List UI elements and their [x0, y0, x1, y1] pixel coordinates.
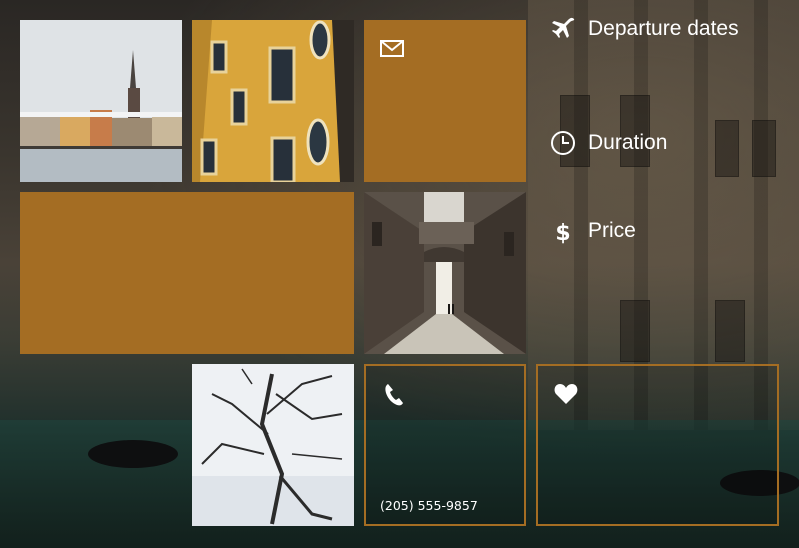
menu-item-duration[interactable]: Duration [548, 128, 667, 158]
heart-icon [554, 384, 578, 404]
menu-item-label: Price [588, 219, 636, 242]
svg-text:$: $ [555, 221, 570, 245]
airplane-icon [548, 14, 578, 44]
envelope-icon [380, 40, 404, 57]
photo-tile-stockholm[interactable] [20, 20, 182, 182]
background-window [715, 120, 739, 177]
menu-item-label: Departure dates [588, 17, 739, 40]
dollar-icon: $ [548, 216, 578, 246]
background-window [715, 300, 745, 362]
menu-item-price[interactable]: $ Price [548, 216, 636, 246]
background-gondola [88, 440, 178, 468]
clock-icon [548, 128, 578, 158]
phone-tile[interactable]: (205) 555-9857 [364, 364, 526, 526]
stockholm-skyline-photo [20, 20, 182, 182]
photo-tile-tree[interactable] [192, 364, 354, 526]
accent-wide-tile[interactable] [20, 192, 354, 354]
photo-tile-yellow-building[interactable] [192, 20, 354, 182]
photo-tile-alley[interactable] [364, 192, 526, 354]
snowy-alley-photo [364, 192, 526, 354]
background-window [620, 300, 650, 362]
background-window [752, 120, 776, 177]
menu-item-label: Duration [588, 131, 668, 154]
mail-tile[interactable] [364, 20, 526, 182]
phone-number: (205) 555-9857 [380, 498, 478, 513]
yellow-building-photo [192, 20, 354, 182]
favorite-tile[interactable] [536, 364, 779, 526]
phone-icon [385, 384, 403, 406]
snowy-tree-photo [192, 364, 354, 526]
menu-item-departure-dates[interactable]: Departure dates [548, 14, 739, 44]
